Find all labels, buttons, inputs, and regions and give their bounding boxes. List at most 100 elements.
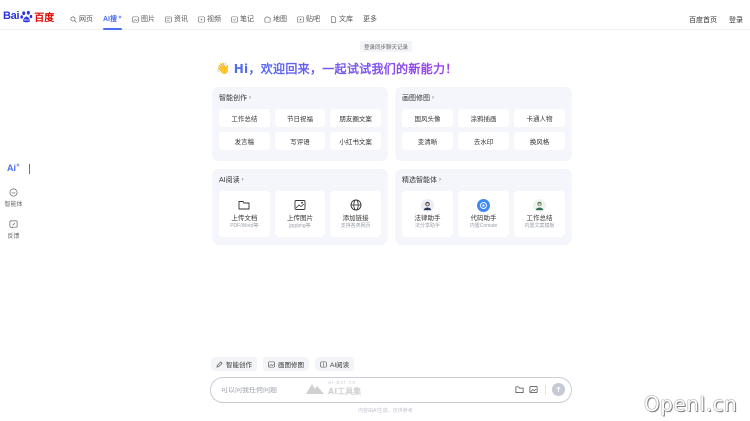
tile-desc: 内置Comate: [469, 222, 498, 229]
input-actions: [510, 383, 565, 396]
mode-drawing[interactable]: 画图修图: [263, 357, 309, 371]
ai-disclaimer: 内容由AI生成，仅供参考: [358, 408, 413, 414]
mode-smart-creation[interactable]: 智能创作: [211, 357, 257, 371]
tile-name: 添加链接: [342, 214, 369, 222]
tile-add-link[interactable]: 添加链接 支持各类网页: [330, 191, 381, 237]
baidu-logo[interactable]: Bai du 百度: [3, 9, 54, 24]
baidu-home-link[interactable]: 百度首页: [689, 15, 717, 25]
tab-video[interactable]: 视频: [198, 14, 221, 24]
tab-news[interactable]: 资讯: [165, 14, 188, 24]
image-icon: [132, 16, 139, 22]
card-title-text: 画图修图: [402, 95, 430, 102]
tile-desc: 支持各类网页: [340, 222, 371, 229]
tile-work-summary-agent[interactable]: 工作总结 内置文案模板: [514, 191, 565, 237]
tab-notes[interactable]: 笔记: [231, 14, 254, 24]
tab-tieba[interactable]: 贴吧: [297, 14, 320, 24]
card-title-text: 智能创作: [219, 95, 247, 102]
send-button[interactable]: [552, 383, 565, 396]
agent-tiles: 法律助手 法分享助手 代码助手 内置Comate 工作总结 内置文案模板: [402, 191, 565, 237]
chat-input[interactable]: [221, 386, 471, 394]
left-rail: Ai 智能体 反馈: [0, 160, 30, 240]
tile-upload-image[interactable]: 上传图片 jpg/png等: [274, 191, 326, 237]
folder-icon[interactable]: [515, 385, 524, 394]
search-icon: [70, 16, 77, 23]
worker-avatar-icon: [533, 198, 546, 212]
chip-work-summary[interactable]: 工作总结: [219, 109, 270, 127]
tile-name: 上传文档: [231, 214, 258, 222]
tile-upload-doc[interactable]: 上传文档 PDF/Word等: [219, 191, 270, 237]
chip-comments[interactable]: 写评语: [274, 132, 326, 150]
tab-map[interactable]: 地图: [264, 14, 287, 24]
card-title-text: 精选智能体: [402, 177, 437, 184]
card-title-text: AI阅读: [219, 177, 240, 184]
tab-wenku[interactable]: 文库: [330, 14, 353, 24]
svg-text:du: du: [24, 18, 29, 22]
chip-sharpen[interactable]: 变清晰: [402, 132, 453, 150]
chevron-right-icon: ›: [249, 95, 251, 101]
sparkle-icon: [16, 163, 20, 167]
tab-label: 图片: [141, 16, 155, 23]
chip-guofeng-avatar[interactable]: 国风头像: [402, 109, 453, 127]
lawyer-avatar-icon: [421, 198, 434, 212]
card-agents-title[interactable]: 精选智能体 ›: [402, 175, 565, 185]
chip-cartoon[interactable]: 卡通人物: [514, 109, 565, 127]
tab-label: 资讯: [174, 16, 188, 23]
news-icon: [165, 16, 172, 22]
chip-restyle[interactable]: 换风格: [514, 132, 565, 150]
chip-speech[interactable]: 发言稿: [219, 132, 270, 150]
chip-holiday-wishes[interactable]: 节日祝福: [274, 109, 326, 127]
image-upload-icon[interactable]: [529, 385, 538, 394]
tab-label: 网页: [79, 16, 93, 23]
tile-code-assistant[interactable]: 代码助手 内置Comate: [458, 191, 509, 237]
tieba-icon: [297, 16, 304, 22]
creation-chips: 工作总结 节日祝福 朋友圈文案 发言稿 写评语 小红书文案: [219, 109, 381, 150]
agent-button[interactable]: 智能体: [4, 188, 23, 208]
tab-web[interactable]: 网页: [70, 14, 93, 24]
tab-label: 视频: [207, 16, 221, 23]
chevron-right-icon: ›: [439, 177, 441, 183]
feedback-icon: [9, 220, 18, 229]
feedback-button[interactable]: 反馈: [7, 220, 20, 240]
tab-ai-search[interactable]: AI搜: [103, 14, 122, 30]
arrow-up-icon: [556, 386, 561, 393]
chip-xiaohongshu-copy[interactable]: 小红书文案: [330, 132, 381, 150]
chip-moments-copy[interactable]: 朋友圈文案: [330, 109, 381, 127]
chevron-right-icon: ›: [241, 177, 244, 183]
corner-watermark: OpenI.cn: [644, 392, 738, 416]
note-icon: [231, 16, 238, 22]
card-agents: 精选智能体 › 法律助手 法分享助手 代码助手 内置Comate 工作总结 内置…: [395, 169, 572, 245]
tile-desc: PDF/Word等: [230, 222, 259, 229]
login-link[interactable]: 登录: [729, 15, 743, 25]
tab-label: 笔记: [240, 16, 254, 23]
tile-desc: 内置文案模板: [524, 222, 555, 229]
feedback-label: 反馈: [7, 234, 20, 240]
card-creation-title[interactable]: 智能创作 ›: [219, 93, 381, 103]
map-icon: [264, 15, 271, 22]
tile-name: 上传图片: [286, 214, 313, 222]
tile-name: 工作总结: [526, 214, 553, 222]
chip-doodle[interactable]: 涂鸦插画: [458, 109, 509, 127]
tile-legal-assistant[interactable]: 法律助手 法分享助手: [402, 191, 453, 237]
chip-remove-watermark[interactable]: 去水印: [458, 132, 509, 150]
card-creation: 智能创作 › 工作总结 节日祝福 朋友圈文案 发言稿 写评语 小红书文案: [212, 87, 388, 161]
tile-desc: jpg/png等: [289, 222, 311, 229]
image-upload-icon: [294, 199, 306, 210]
tile-desc: 法分享助手: [414, 222, 440, 229]
pen-icon: [216, 360, 223, 368]
card-drawing: 画图修图 › 国风头像 涂鸦插画 卡通人物 变清晰 去水印 换风格: [395, 87, 572, 161]
ai-badge[interactable]: Ai: [4, 160, 30, 176]
tab-label: 文库: [339, 16, 353, 23]
drawing-chips: 国风头像 涂鸦插画 卡通人物 变清晰 去水印 换风格: [402, 109, 565, 150]
login-sync-hint[interactable]: 登录同步聊天记录: [360, 41, 413, 52]
mode-label: 画图修图: [278, 362, 304, 369]
card-reading-title[interactable]: AI阅读 ›: [219, 175, 381, 185]
tab-more[interactable]: 更多: [363, 14, 377, 24]
tab-images[interactable]: 图片: [132, 14, 155, 24]
mode-ai-reading[interactable]: AI阅读: [315, 357, 355, 371]
card-drawing-title[interactable]: 画图修图 ›: [402, 93, 565, 103]
reading-tiles: 上传文档 PDF/Word等 上传图片 jpg/png等 添加链接 支持各类网页: [219, 191, 381, 237]
folder-icon: [238, 200, 250, 209]
nav-tabs: 网页 AI搜 图片 资讯 视频 笔记 地图 贴吧 文库 更多: [70, 14, 387, 30]
wave-emoji: 👋: [216, 63, 230, 75]
mode-label: AI阅读: [330, 362, 350, 369]
